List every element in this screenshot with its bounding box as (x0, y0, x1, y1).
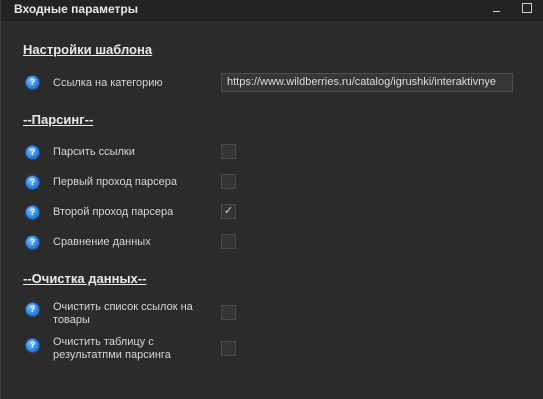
template-settings-heading: Настройки шаблона (23, 42, 153, 57)
help-icon[interactable]: ? (25, 75, 40, 90)
category-link-input[interactable]: https://www.wildberries.ru/catalog/igrus… (221, 73, 513, 92)
clear-links-checkbox[interactable] (221, 305, 236, 320)
clear-results-table-label: Очистить таблицу с результатпми парсинга (53, 336, 171, 361)
compare-data-label: Сравнение данных (53, 236, 151, 248)
cleanup-heading: --Очистка данных-- (23, 271, 147, 286)
minimize-button[interactable] (491, 3, 503, 15)
help-icon[interactable]: ? (25, 145, 40, 160)
help-icon[interactable]: ? (25, 235, 40, 250)
clear-links-label: Очистить список ссылок на товары (53, 301, 193, 326)
parse-links-checkbox[interactable] (221, 144, 236, 159)
parse-links-label: Парсить ссылки (53, 146, 135, 158)
second-pass-label: Второй проход парсера (53, 206, 174, 218)
first-pass-label: Первый проход парсера (53, 176, 177, 188)
help-icon[interactable]: ? (25, 338, 40, 353)
help-icon[interactable]: ? (25, 302, 40, 317)
second-pass-checkbox[interactable]: ✓ (221, 204, 236, 219)
maximize-button[interactable] (522, 3, 532, 13)
help-icon[interactable]: ? (25, 205, 40, 220)
first-pass-checkbox[interactable] (221, 174, 236, 189)
title-bar: Входные параметры (1, 0, 543, 21)
input-parameters-window: Входные параметры Настройки шаблона ? Сс… (0, 0, 543, 399)
window-title: Входные параметры (14, 2, 138, 16)
help-icon[interactable]: ? (25, 175, 40, 190)
clear-results-table-checkbox[interactable] (221, 341, 236, 356)
compare-data-checkbox[interactable] (221, 234, 236, 249)
parsing-heading: --Парсинг-- (23, 112, 94, 127)
category-link-label: Ссылка на категорию (53, 77, 163, 89)
checkmark-icon: ✓ (223, 205, 234, 217)
